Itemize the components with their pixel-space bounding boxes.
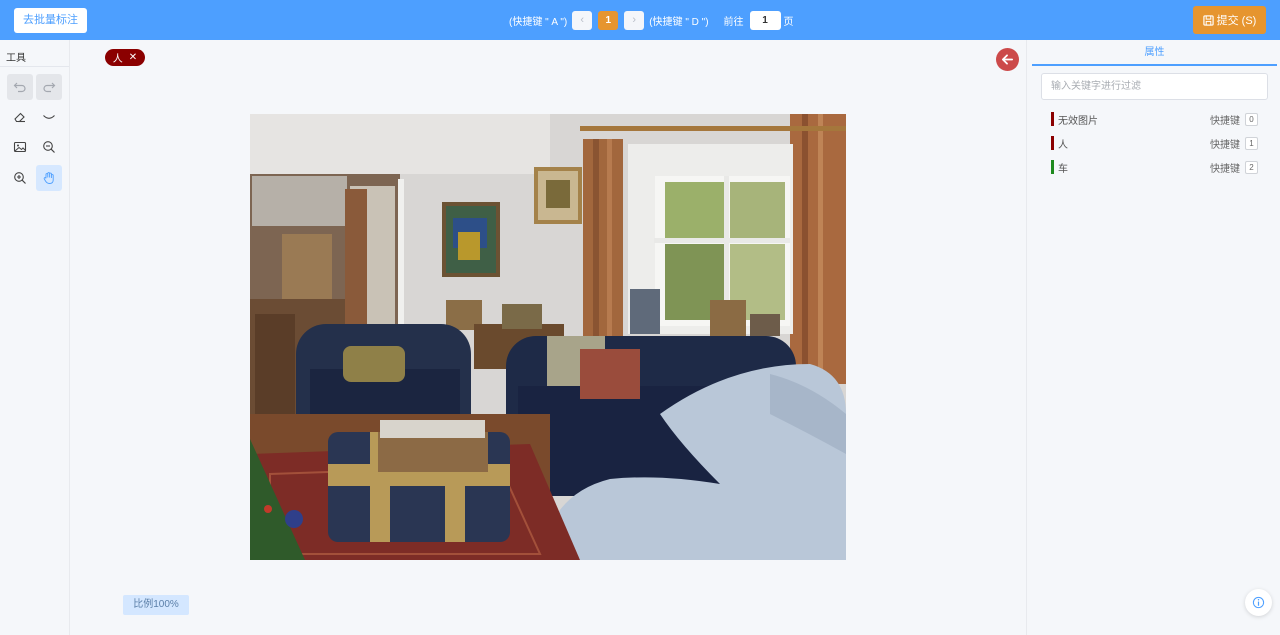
- hide-labels-button[interactable]: [36, 104, 62, 130]
- current-page-indicator[interactable]: 1: [598, 10, 619, 30]
- property-item-invalid[interactable]: 无效图片 快捷键 0: [1051, 111, 1258, 127]
- property-name: 无效图片: [1058, 115, 1098, 127]
- properties-panel: 属性 无效图片 快捷键 0 人 快捷键 1 车 快捷键 2: [1026, 40, 1280, 635]
- property-item-person[interactable]: 人 快捷键 1: [1051, 135, 1258, 151]
- tools-panel: 工具: [0, 40, 70, 635]
- label-chip-text: 人: [112, 54, 123, 65]
- eraser-icon: [14, 112, 25, 123]
- redo-icon: [43, 82, 56, 93]
- prev-page-button[interactable]: ‹: [572, 10, 593, 30]
- next-shortcut-hint: (快捷键 " D "): [649, 16, 709, 28]
- pagination: (快捷键 " A ") ‹ 1 › (快捷键 " D ") 前往 1 页: [509, 10, 794, 30]
- info-button[interactable]: [1245, 589, 1272, 616]
- shortcut-key: 0: [1245, 112, 1258, 126]
- undo-icon: [13, 82, 26, 93]
- property-name: 人: [1058, 139, 1068, 151]
- page-unit-label: 页: [783, 16, 794, 28]
- property-item-car[interactable]: 车 快捷键 2: [1051, 159, 1258, 175]
- batch-annotate-button[interactable]: 去批量标注: [14, 8, 87, 33]
- zoom-in-button[interactable]: [7, 165, 33, 191]
- submit-button[interactable]: 提交 (S): [1193, 6, 1266, 34]
- tools-divider: [0, 66, 69, 67]
- color-bar: [1051, 160, 1054, 174]
- eraser-button[interactable]: [7, 104, 33, 130]
- color-bar: [1051, 136, 1054, 150]
- undo-button[interactable]: [7, 74, 33, 100]
- shortcut-label: 快捷键: [1210, 163, 1240, 175]
- submit-label: 提交 (S): [1216, 15, 1257, 27]
- annotation-image[interactable]: [250, 114, 846, 560]
- save-icon: [1202, 14, 1214, 26]
- shortcut-label: 快捷键: [1210, 115, 1240, 127]
- active-label-chip[interactable]: 人 ✕: [105, 49, 145, 66]
- collapse-panel-button[interactable]: [996, 48, 1019, 71]
- property-filter-input[interactable]: [1041, 73, 1268, 100]
- tools-title: 工具: [6, 53, 26, 64]
- image-button[interactable]: [7, 134, 33, 160]
- goto-label: 前往: [723, 16, 744, 28]
- property-name: 车: [1058, 163, 1068, 175]
- goto-page-input[interactable]: 1: [749, 10, 781, 30]
- next-page-button[interactable]: ›: [624, 10, 645, 30]
- redo-button[interactable]: [36, 74, 62, 100]
- zoom-out-icon: [43, 141, 55, 153]
- top-bar: 去批量标注 (快捷键 " A ") ‹ 1 › (快捷键 " D ") 前往 1…: [0, 0, 1280, 40]
- prev-shortcut-hint: (快捷键 " A "): [509, 16, 568, 28]
- close-icon[interactable]: ✕: [129, 52, 137, 63]
- shortcut-label: 快捷键: [1210, 139, 1240, 151]
- image-icon: [13, 141, 27, 153]
- shortcut-key: 1: [1245, 136, 1258, 150]
- info-icon: [1252, 596, 1265, 609]
- zoom-out-button[interactable]: [36, 134, 62, 160]
- zoom-in-icon: [14, 172, 26, 184]
- hand-icon: [43, 172, 54, 184]
- tab-properties[interactable]: 属性: [1032, 40, 1277, 66]
- pan-button[interactable]: [36, 165, 62, 191]
- eye-closed-icon: [43, 115, 55, 119]
- zoom-scale-indicator: 比例100%: [123, 595, 189, 615]
- shortcut-key: 2: [1245, 160, 1258, 174]
- living-room-photo: [250, 114, 846, 560]
- color-bar: [1051, 112, 1054, 126]
- arrow-left-icon: [1001, 54, 1014, 65]
